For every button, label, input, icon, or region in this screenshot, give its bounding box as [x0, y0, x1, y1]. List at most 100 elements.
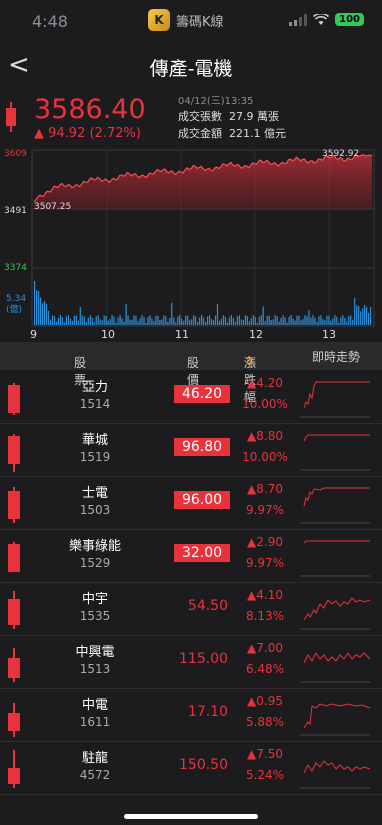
stock-name: 樂事綠能 — [68, 539, 121, 554]
stock-change-pct: 5.24% — [245, 768, 285, 782]
sparkline — [300, 760, 371, 789]
volume-bar — [185, 315, 187, 325]
home-indicator[interactable] — [124, 814, 258, 819]
volume-bar — [322, 319, 324, 325]
volume-bar — [268, 315, 270, 325]
table-row[interactable]: 樂事綠能 1529 32.00 ▲2.90 9.97% — [0, 529, 382, 583]
volume-bar — [370, 307, 372, 325]
candle-icon — [8, 428, 20, 472]
volume-bar — [306, 316, 308, 325]
volume-bar — [173, 317, 175, 325]
volume-bar — [310, 317, 312, 325]
volume-bar — [63, 322, 65, 325]
volume-bar — [356, 305, 358, 325]
volume-bar — [143, 317, 145, 325]
volume-bar — [165, 316, 167, 325]
volume-bar — [294, 320, 296, 325]
stock-change: ▲4.20 — [247, 376, 283, 390]
stock-change: ▲7.00 — [247, 641, 283, 655]
stock-change-pct: 10.00% — [242, 450, 288, 464]
candle-icon — [8, 534, 20, 578]
volume-bar — [211, 319, 213, 325]
stock-price: 115.00 — [179, 651, 228, 667]
volume-bar — [61, 317, 63, 325]
volume-bar — [145, 323, 147, 325]
volume-bar — [159, 320, 161, 325]
volume-bar — [212, 320, 215, 325]
volume-bar — [203, 317, 205, 325]
volume-bar — [326, 315, 328, 325]
stock-change: ▲0.95 — [247, 694, 283, 708]
quote-header: 3586.40 ▲ 94.92 (2.72%) 04/12(三)13:35 成交… — [0, 90, 382, 146]
table-row[interactable]: 駐龍 4572 150.50 ▲7.50 5.24% — [0, 741, 382, 795]
volume-bar — [45, 303, 48, 325]
x-tick-label: 13 — [322, 328, 336, 341]
volume-bar — [296, 315, 298, 325]
status-bar: 4:48 K 籌碼K線 100 — [0, 0, 382, 44]
volume-bar — [117, 317, 119, 325]
volume-bar — [222, 315, 225, 325]
volume-bar — [69, 318, 71, 325]
table-row[interactable]: 中電 1611 17.10 ▲0.95 5.88% — [0, 688, 382, 742]
volume-bar — [75, 315, 77, 325]
candle-icon — [8, 481, 20, 525]
volume-bar — [276, 316, 278, 325]
volume-bar — [51, 315, 54, 325]
volume-bar — [284, 317, 286, 325]
volume-bar — [47, 310, 50, 325]
volume-bar — [42, 303, 44, 325]
volume-bar — [155, 316, 157, 325]
volume-bar — [97, 315, 99, 325]
table-row[interactable]: 中宇 1535 54.50 ▲4.10 8.13% — [0, 582, 382, 636]
stock-code: 1535 — [79, 609, 111, 623]
volume-bar — [119, 315, 121, 325]
volume-bar — [77, 320, 79, 325]
index-change: ▲ 94.92 (2.72%) — [34, 126, 141, 141]
stock-code: 1529 — [79, 556, 111, 570]
volume-bar — [109, 318, 111, 325]
x-tick-label: 10 — [101, 328, 115, 341]
table-row[interactable]: 中興電 1513 115.00 ▲7.00 6.48% — [0, 635, 382, 689]
y-tick-ref: 3491 — [4, 206, 27, 216]
volume-bar — [280, 317, 282, 325]
candle-icon — [8, 587, 20, 631]
volume-bar — [240, 319, 242, 325]
quote-datetime: 04/12(三)13:35 — [178, 96, 254, 107]
volume-bar — [193, 315, 195, 325]
stock-change-pct: 9.97% — [245, 503, 285, 517]
volume-bar — [87, 317, 89, 325]
volume-bar — [258, 317, 260, 325]
wifi-icon — [313, 13, 330, 25]
sort-desc-icon: ⇕ — [244, 354, 255, 368]
volume-bar — [71, 320, 73, 325]
volume-bar — [195, 316, 197, 325]
volume-bar — [131, 319, 133, 325]
stock-change: ▲8.80 — [247, 429, 283, 443]
volume-bar — [129, 319, 131, 325]
volume-bar — [348, 316, 350, 325]
volume-bar — [95, 316, 97, 325]
volume-bar — [89, 315, 91, 325]
volume-bar — [139, 318, 141, 325]
volume-bar — [189, 320, 191, 325]
stock-change-pct: 9.97% — [245, 556, 285, 570]
volume-bar — [262, 306, 264, 325]
intraday-chart[interactable]: 3609 3491 3374 3592.92 3507.25 5.34 (億) … — [0, 146, 382, 342]
volume-bar — [125, 304, 127, 325]
stock-name: 華城 — [81, 433, 108, 448]
table-header: 股票 ⇕ 股價 ⇕ 漲跌幅 ⇕ 即時走勢 — [0, 342, 382, 404]
volume-bar — [230, 315, 232, 325]
stock-price: 96.80 — [174, 438, 230, 456]
table-row[interactable]: 華城 1519 96.80 ▲8.80 10.00% — [0, 423, 382, 477]
stock-price: 150.50 — [179, 757, 228, 773]
table-row[interactable]: 士電 1503 96.00 ▲8.70 9.97% — [0, 476, 382, 530]
stock-code: 4572 — [79, 768, 111, 782]
volume-bar — [149, 315, 151, 325]
volume-bar — [107, 320, 109, 325]
volume-bar — [115, 322, 117, 325]
table-row[interactable]: 亞力 1514 46.20 ▲4.20 10.00% — [0, 370, 382, 424]
y-tick-high: 3609 — [4, 149, 27, 159]
volume-bar — [216, 303, 219, 325]
volume-bar — [270, 320, 272, 325]
stock-name: 駐龍 — [81, 751, 108, 766]
